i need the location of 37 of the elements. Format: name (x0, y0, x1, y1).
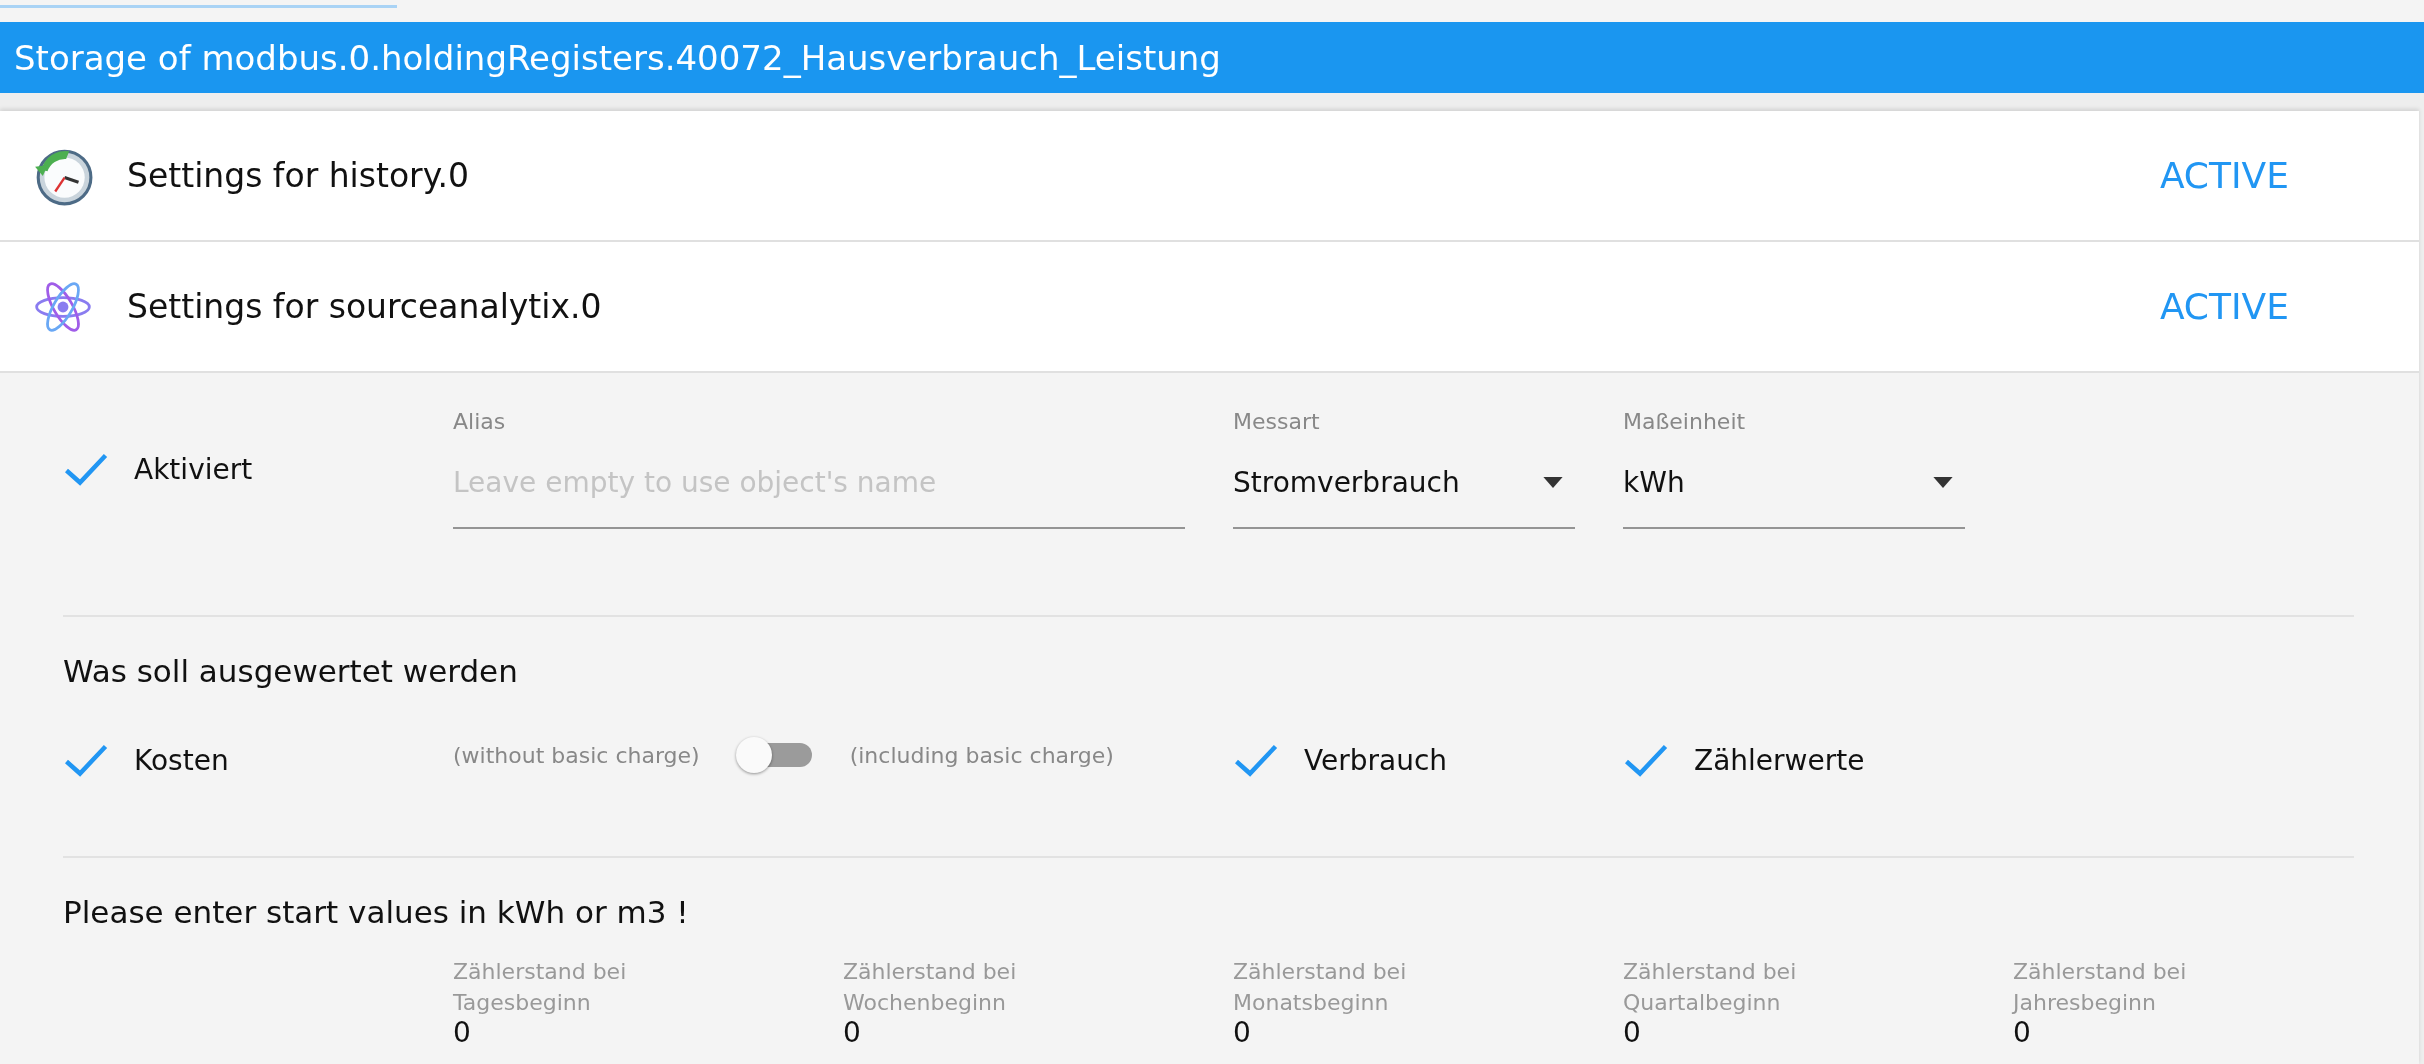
field-value[interactable]: 0 (1623, 1018, 2013, 1047)
section-heading: Please enter start values in kWh or m3 ! (63, 894, 690, 930)
field-value[interactable]: 0 (453, 1018, 843, 1047)
section-title: Settings for sourceanalytix.0 (127, 287, 603, 326)
field-value[interactable]: 0 (843, 1018, 1233, 1047)
checkmark-icon[interactable] (63, 451, 109, 487)
field-label: Zählerstand bei Wochenbeginn (843, 958, 1018, 1017)
field-label: Zählerstand bei Quartalbeginn (1623, 958, 1798, 1017)
field-label: Zählerstand bei Jahresbeginn (2013, 958, 2188, 1017)
section-title: Settings for history.0 (127, 156, 470, 195)
status-label: ACTIVE (2159, 155, 2289, 196)
field-label: Zählerstand bei Monatsbeginn (1233, 958, 1408, 1017)
checkbox-label: Kosten (134, 743, 229, 777)
toggle-label: (without basic charge) (453, 742, 700, 768)
toggle-label: (including basic charge) (849, 742, 1114, 768)
toggle-switch[interactable] (735, 735, 812, 775)
field-label: Messart (1233, 409, 1321, 434)
field-value[interactable]: 0 (1233, 1018, 1623, 1047)
caret-icon (1933, 477, 1953, 488)
section-heading: Was soll ausgewertet werden (63, 653, 519, 689)
status-label: ACTIVE (2159, 286, 2289, 327)
section-header[interactable]: Settings for history.0 ACTIVE (0, 111, 2419, 242)
dropdown[interactable]: Stromverbrauch (1233, 452, 1575, 529)
checkbox-label: Verbrauch (1304, 743, 1448, 777)
field-label: Maßeinheit (1623, 409, 1747, 434)
caret-icon (1543, 477, 1563, 488)
field-label: Zählerstand bei Tagesbeginn (453, 958, 628, 1017)
section-header[interactable]: Settings for sourceanalytix.0 ACTIVE (0, 242, 2419, 373)
checkbox-label: Zählerwerte (1694, 743, 1865, 777)
dropdown[interactable]: kWh (1623, 452, 1965, 529)
checkbox-label: Aktiviert (134, 452, 253, 486)
field-label: Alias (453, 409, 507, 434)
dialog-title: Storage of modbus.0.holdingRegisters.40072_Hausverbrauch_Leistung (0, 22, 2424, 93)
checkmark-icon[interactable] (1623, 742, 1669, 778)
checkmark-icon[interactable] (1233, 742, 1279, 778)
checkmark-icon[interactable] (63, 742, 109, 778)
field-value[interactable]: 0 (2013, 1018, 2403, 1047)
